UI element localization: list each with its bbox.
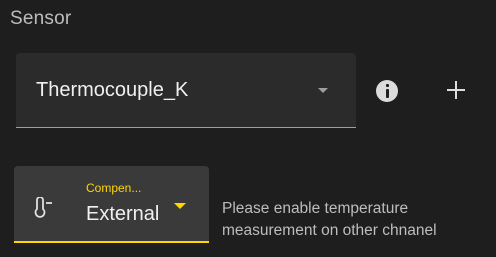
sensor-type-select[interactable]: Thermocouple_K	[16, 53, 356, 128]
info-icon-bar	[385, 89, 389, 98]
compensation-hint-text: Please enable temperature measurement on…	[222, 200, 437, 239]
compensation-label: Compen...	[86, 181, 142, 195]
compensation-select[interactable]: Compen... External	[14, 166, 209, 243]
compensation-value: External	[86, 203, 160, 225]
sensor-section-label: Sensor	[10, 8, 72, 29]
arrow-drop-down-icon	[174, 203, 186, 209]
sensor-panel: Sensor Thermocouple_K Compen... External…	[0, 0, 496, 257]
info-icon[interactable]	[376, 80, 398, 102]
sensor-type-value: Thermocouple_K	[36, 79, 189, 101]
thermometer-minus-icon	[34, 197, 52, 218]
info-icon-dot	[385, 84, 389, 87]
arrow-drop-down-icon	[318, 88, 328, 93]
plus-icon[interactable]	[446, 80, 466, 100]
